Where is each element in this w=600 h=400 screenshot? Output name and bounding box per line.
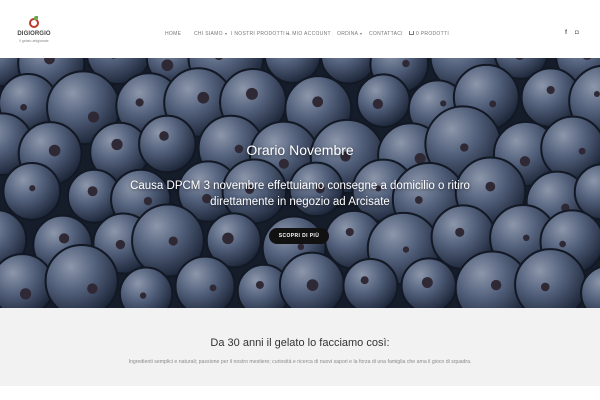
- hero-title: Orario Novembre: [246, 142, 354, 158]
- hero-subtitle: Causa DPCM 3 novembre effettuiamo conseg…: [130, 180, 470, 208]
- nav-item-label: ORDINA: [337, 31, 359, 37]
- apple-logo-icon: [29, 16, 39, 28]
- nav-item-ordina[interactable]: ORDINA: [337, 31, 363, 37]
- discover-more-button[interactable]: SCOPRI DI PIÙ: [269, 228, 329, 244]
- cart-label: 0 PRODOTTI: [416, 31, 450, 37]
- facebook-icon[interactable]: f: [565, 30, 567, 36]
- intro-section: Da 30 anni il gelato lo facciamo così: I…: [0, 308, 600, 386]
- nav-item-contattaci[interactable]: CONTATTACI: [369, 31, 403, 37]
- nav-item-home[interactable]: HOME: [165, 31, 181, 37]
- logo-tagline: il gelato artigianale: [19, 39, 49, 43]
- site-header: DIGIORGIO il gelato artigianale HOME CHI…: [0, 0, 600, 58]
- chevron-down-icon: [360, 33, 363, 35]
- cart-icon: [409, 31, 414, 35]
- nav-item-label: HOME: [165, 31, 182, 37]
- nav-item-label: IL MIO ACCOUNT: [286, 31, 331, 37]
- nav-cart[interactable]: 0 PRODOTTI: [409, 31, 449, 37]
- chevron-down-icon: [224, 33, 227, 35]
- nav-item-label: I NOSTRI PRODOTTI: [231, 31, 285, 37]
- site-logo[interactable]: DIGIORGIO il gelato artigianale: [16, 16, 51, 48]
- nav-item-label: CONTATTACI: [369, 31, 403, 37]
- instagram-icon[interactable]: ◘: [575, 30, 579, 36]
- intro-text: Ingredienti semplici e naturali; passion…: [128, 359, 472, 365]
- nav-item-chi-siamo[interactable]: CHI SIAMO: [194, 31, 227, 37]
- nav-item-label: CHI SIAMO: [194, 31, 223, 37]
- nav-item-prodotti[interactable]: I NOSTRI PRODOTTI: [231, 31, 289, 37]
- intro-title: Da 30 anni il gelato lo facciamo così:: [210, 337, 390, 349]
- hero-banner: Orario Novembre Causa DPCM 3 novembre ef…: [0, 58, 600, 308]
- logo-brand: DIGIORGIO: [17, 31, 51, 37]
- nav-item-account[interactable]: IL MIO ACCOUNT: [286, 31, 331, 37]
